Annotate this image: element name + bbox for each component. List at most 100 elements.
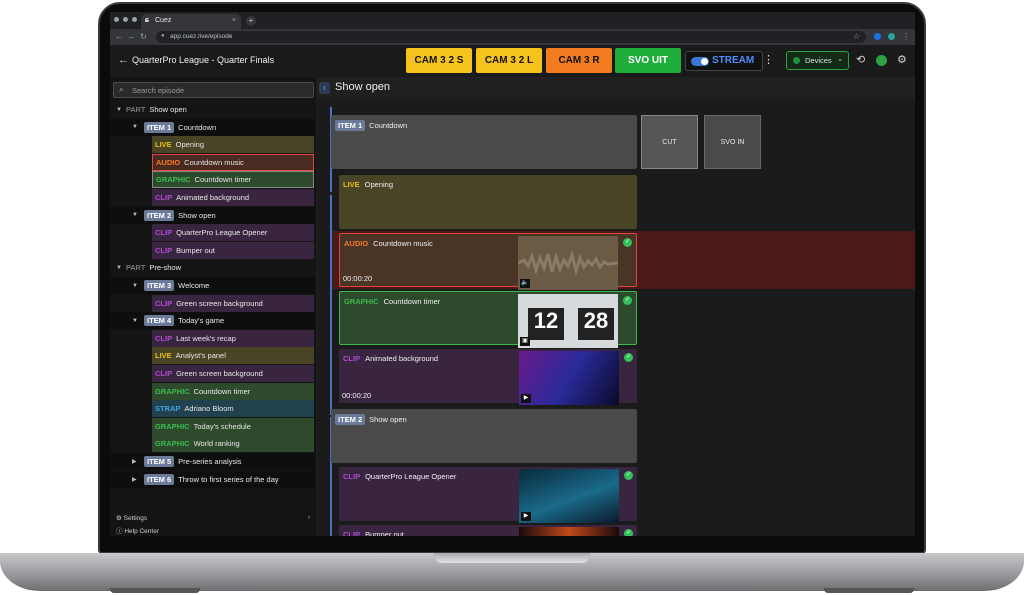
- cam-button[interactable]: CAM 3 2 S: [406, 48, 472, 73]
- cam-button[interactable]: CAM 3 2 L: [476, 48, 542, 73]
- item-card[interactable]: ITEM 2 Show open: [331, 409, 637, 463]
- cue-card[interactable]: CLIP Animated background 00:00:20 ▶ ✓: [339, 349, 637, 405]
- cam-button[interactable]: CAM 3 R: [546, 48, 612, 73]
- item-row[interactable]: ▼ ITEM 3 Welcome: [110, 277, 315, 294]
- laptop-frame: ɕ Cuez × + ← → ↻ ● app.cuez.live/episode…: [0, 0, 1024, 595]
- cue-row[interactable]: GRAPHIC Today's schedule: [152, 417, 314, 435]
- caret-down-icon[interactable]: ▼: [116, 107, 122, 113]
- caret-right-icon[interactable]: ▶: [132, 458, 137, 465]
- more-options-icon[interactable]: ⋮: [763, 53, 774, 66]
- cue-card[interactable]: GRAPHIC Countdown timer 12 28 ▣ ✓: [339, 291, 637, 348]
- cue-card[interactable]: LIVE Opening: [339, 175, 637, 229]
- reload-icon[interactable]: ↻: [140, 32, 147, 41]
- cue-title: Adriano Bloom: [184, 404, 234, 414]
- cam-button[interactable]: SVO UIT: [615, 48, 681, 73]
- help-label: Help Center: [124, 528, 159, 535]
- item-row[interactable]: ▶ ITEM 5 Pre-series analysis: [110, 453, 315, 470]
- search-input[interactable]: ⌕ Search episode: [113, 82, 314, 98]
- item-title: Pre-series analysis: [178, 457, 242, 466]
- sidebar-footer: ⚙ Settings › ⓘ Help Center: [110, 511, 316, 536]
- svo-in-button[interactable]: SVO IN: [704, 115, 761, 169]
- cue-title: Bumper out: [176, 245, 215, 255]
- cue-title: Green screen background: [176, 369, 263, 378]
- item-row[interactable]: ▼ ITEM 2 Show open: [110, 206, 315, 224]
- gear-icon[interactable]: ⚙: [897, 53, 907, 66]
- cue-row[interactable]: GRAPHIC Countdown timer: [152, 171, 314, 189]
- item-badge: ITEM 1: [335, 120, 366, 131]
- new-tab-icon[interactable]: +: [246, 16, 256, 26]
- devices-dropdown[interactable]: Devices ⌄: [786, 51, 849, 70]
- part-row[interactable]: ▼ PART Show open: [110, 101, 315, 118]
- address-bar[interactable]: ● app.cuez.live/episode ☆: [156, 31, 866, 43]
- toggle-switch-icon[interactable]: [691, 57, 709, 66]
- stream-toggle[interactable]: STREAM: [685, 51, 763, 71]
- cue-title: Bumper out: [365, 530, 404, 536]
- part-row[interactable]: ▼ PART Pre-show: [110, 259, 315, 277]
- close-window-icon[interactable]: [114, 17, 119, 22]
- cue-row[interactable]: CLIP Last week's recap: [152, 329, 314, 347]
- cut-button[interactable]: CUT: [641, 115, 698, 169]
- cue-row[interactable]: LIVE Analyst's panel: [152, 347, 314, 365]
- caret-down-icon[interactable]: ▼: [132, 283, 138, 289]
- cue-title: QuarterPro League Opener: [176, 228, 268, 238]
- cue-title: Animated background: [176, 193, 250, 202]
- cue-row[interactable]: STRAP Adriano Bloom: [152, 400, 314, 418]
- extension-icon[interactable]: [874, 33, 881, 40]
- sync-icon[interactable]: ⟲: [856, 53, 865, 66]
- cue-row[interactable]: CLIP Green screen background: [152, 294, 314, 312]
- cue-type-label: CLIP: [155, 333, 173, 343]
- caret-down-icon[interactable]: ▼: [132, 212, 138, 218]
- part-label: PART: [126, 105, 146, 114]
- play-icon: ▶: [521, 394, 531, 403]
- help-icon: ⓘ: [116, 528, 123, 535]
- item-badge: ITEM 4: [144, 315, 175, 327]
- window-controls[interactable]: [114, 17, 137, 22]
- cue-row[interactable]: CLIP Green screen background: [152, 365, 314, 382]
- cue-row[interactable]: AUDIO Countdown music: [152, 153, 314, 171]
- cue-card[interactable]: AUDIO Countdown music 00:00:20 🔈 ✓: [339, 233, 637, 290]
- page-title: Show open: [335, 81, 391, 93]
- collapse-sidebar-icon[interactable]: ‹: [319, 82, 330, 94]
- cue-row[interactable]: GRAPHIC World ranking: [152, 435, 314, 453]
- clip-thumbnail: ▶: [519, 351, 619, 405]
- cue-title: Animated background: [365, 354, 439, 363]
- extension-icon[interactable]: [888, 33, 895, 40]
- ready-check-icon: ✓: [624, 529, 633, 536]
- item-row[interactable]: ▶ ITEM 6 Throw to first series of the day: [110, 470, 315, 488]
- caret-down-icon[interactable]: ▼: [116, 265, 122, 271]
- help-center-link[interactable]: ⓘ Help Center: [116, 525, 159, 535]
- cue-row[interactable]: LIVE Opening: [152, 136, 314, 154]
- item-title: Show open: [178, 210, 216, 220]
- settings-link[interactable]: ⚙ Settings: [116, 514, 147, 522]
- rundown-main: ‹ Show open ITEM 1 Countdown CUT SVO IN L…: [317, 77, 915, 536]
- browser-tab[interactable]: ɕ Cuez ×: [141, 14, 241, 29]
- connection-status-icon[interactable]: [876, 55, 887, 66]
- cue-card[interactable]: CLIP QuarterPro League Opener ▶ ✓: [339, 467, 637, 523]
- bookmark-star-icon[interactable]: ☆: [853, 32, 860, 41]
- back-arrow-icon[interactable]: ←: [118, 54, 129, 66]
- cue-row[interactable]: CLIP Animated background: [152, 189, 314, 206]
- caret-down-icon[interactable]: ▼: [132, 124, 138, 130]
- close-tab-icon[interactable]: ×: [232, 17, 236, 24]
- item-card[interactable]: ITEM 1 Countdown: [331, 115, 637, 169]
- back-nav-icon[interactable]: ←: [115, 32, 123, 41]
- cue-type-label: CLIP: [155, 369, 173, 378]
- cue-row[interactable]: CLIP Bumper out: [152, 241, 314, 259]
- item-title: Countdown: [369, 121, 408, 130]
- minimize-window-icon[interactable]: [123, 17, 128, 22]
- browser-menu-icon[interactable]: ⋮: [902, 32, 910, 41]
- item-row[interactable]: ▼ ITEM 1 Countdown: [110, 118, 315, 136]
- caret-down-icon[interactable]: ▼: [132, 318, 138, 324]
- settings-label: Settings: [123, 515, 148, 522]
- chevron-right-icon[interactable]: ›: [308, 514, 310, 521]
- forward-nav-icon[interactable]: →: [127, 32, 135, 41]
- cue-row[interactable]: CLIP QuarterPro League Opener: [152, 224, 314, 242]
- item-row[interactable]: ▼ ITEM 4 Today's game: [110, 312, 315, 330]
- maximize-window-icon[interactable]: [132, 17, 137, 22]
- cue-row[interactable]: GRAPHIC Countdown timer: [152, 382, 314, 400]
- clip-thumbnail: [519, 527, 619, 536]
- cue-type-label: GRAPHIC: [155, 386, 190, 396]
- cue-type-label: CLIP: [343, 530, 361, 536]
- cue-card[interactable]: CLIP Bumper out ✓: [339, 525, 637, 536]
- caret-right-icon[interactable]: ▶: [132, 476, 137, 483]
